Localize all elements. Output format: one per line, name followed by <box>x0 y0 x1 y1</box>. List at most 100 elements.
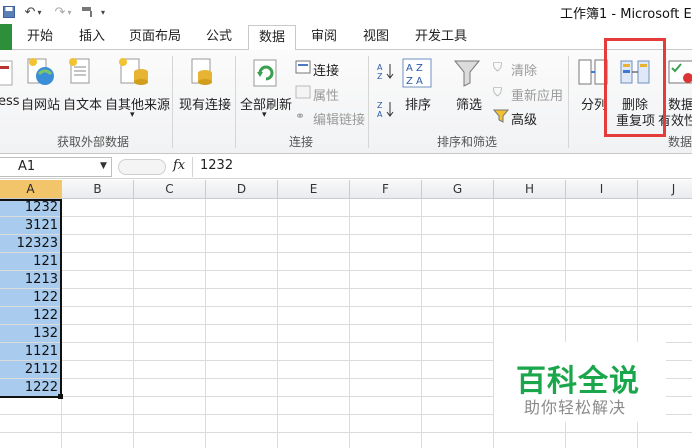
cell[interactable] <box>422 361 494 379</box>
fill-handle[interactable] <box>58 394 63 399</box>
cell-a5[interactable]: 1213 <box>0 271 62 289</box>
cell[interactable] <box>206 199 278 217</box>
cell[interactable] <box>62 271 134 289</box>
cell[interactable] <box>638 307 692 325</box>
cell[interactable] <box>206 343 278 361</box>
advanced-filter-button[interactable]: 高级 <box>511 109 537 128</box>
tab-page-layout[interactable]: 页面布局 <box>122 24 188 50</box>
cell[interactable] <box>134 433 206 448</box>
cell[interactable] <box>566 235 638 253</box>
properties-button[interactable]: 属性 <box>313 85 339 104</box>
cell[interactable] <box>638 199 692 217</box>
cell[interactable] <box>350 235 422 253</box>
chevron-down-icon[interactable]: ▾ <box>262 110 267 120</box>
cell[interactable] <box>350 433 422 448</box>
cell[interactable] <box>206 289 278 307</box>
cell[interactable] <box>494 253 566 271</box>
cell[interactable] <box>134 343 206 361</box>
cell[interactable] <box>206 217 278 235</box>
existing-connections-button[interactable]: 现有连接 <box>179 94 231 113</box>
cell[interactable] <box>494 217 566 235</box>
column-header-i[interactable]: I <box>566 180 638 199</box>
cell[interactable] <box>134 217 206 235</box>
cell[interactable] <box>350 199 422 217</box>
cell[interactable] <box>566 289 638 307</box>
cell[interactable] <box>134 307 206 325</box>
redo-icon[interactable]: ↷ ▾ <box>50 3 76 21</box>
cell[interactable] <box>206 253 278 271</box>
cell[interactable] <box>206 307 278 325</box>
cell[interactable] <box>278 397 350 415</box>
cell[interactable] <box>422 415 494 433</box>
from-access-button[interactable]: ess <box>0 94 20 109</box>
cell[interactable] <box>638 217 692 235</box>
cell[interactable] <box>278 361 350 379</box>
cell[interactable] <box>566 217 638 235</box>
cell[interactable] <box>0 397 62 415</box>
formula-bar-splitter[interactable] <box>118 159 166 175</box>
cell[interactable] <box>350 325 422 343</box>
cell[interactable] <box>206 415 278 433</box>
tab-view[interactable]: 视图 <box>354 24 398 50</box>
chevron-down-icon[interactable]: ▾ <box>130 110 135 120</box>
cell[interactable] <box>278 325 350 343</box>
cell[interactable] <box>62 433 134 448</box>
cell[interactable] <box>62 325 134 343</box>
cell[interactable] <box>422 307 494 325</box>
cell[interactable] <box>134 361 206 379</box>
cell[interactable] <box>422 217 494 235</box>
undo-icon[interactable]: ↶ ▾ <box>18 3 48 21</box>
column-header-e[interactable]: E <box>278 180 350 199</box>
tab-home[interactable]: 开始 <box>20 24 60 50</box>
cell[interactable] <box>422 343 494 361</box>
cell[interactable] <box>278 415 350 433</box>
cell[interactable] <box>494 199 566 217</box>
cell[interactable] <box>134 235 206 253</box>
from-other-sources-button[interactable]: 自其他来源 <box>105 94 170 113</box>
cell[interactable] <box>422 235 494 253</box>
cell[interactable] <box>62 253 134 271</box>
column-header-d[interactable]: D <box>206 180 278 199</box>
formula-input[interactable]: 1232 <box>200 158 233 173</box>
cell[interactable] <box>350 415 422 433</box>
cell-a4[interactable]: 121 <box>0 253 62 271</box>
cell[interactable] <box>206 433 278 448</box>
cell[interactable] <box>62 289 134 307</box>
cell[interactable] <box>422 397 494 415</box>
cell[interactable] <box>494 433 566 448</box>
cell[interactable] <box>494 325 566 343</box>
clear-filter-button[interactable]: 清除 <box>511 60 537 79</box>
cell[interactable] <box>278 271 350 289</box>
cell[interactable] <box>206 271 278 289</box>
cell[interactable] <box>278 289 350 307</box>
cell[interactable] <box>638 235 692 253</box>
cell[interactable] <box>422 433 494 448</box>
cell[interactable] <box>278 379 350 397</box>
cell[interactable] <box>62 307 134 325</box>
cell[interactable] <box>422 199 494 217</box>
cell[interactable] <box>206 235 278 253</box>
cell[interactable] <box>494 307 566 325</box>
cell[interactable] <box>350 379 422 397</box>
cell-a8[interactable]: 132 <box>0 325 62 343</box>
cell[interactable] <box>62 199 134 217</box>
from-text-button[interactable]: 自文本 <box>63 94 102 113</box>
cell[interactable] <box>62 379 134 397</box>
cell[interactable] <box>206 379 278 397</box>
tab-file[interactable] <box>0 24 12 50</box>
cell[interactable] <box>62 361 134 379</box>
cell-a6[interactable]: 122 <box>0 289 62 307</box>
cell[interactable] <box>350 397 422 415</box>
cell[interactable] <box>494 289 566 307</box>
filter-button[interactable]: 筛选 <box>456 94 482 113</box>
cell[interactable] <box>638 325 692 343</box>
cell[interactable] <box>206 397 278 415</box>
cell[interactable] <box>638 433 692 448</box>
cell[interactable] <box>350 307 422 325</box>
cell[interactable] <box>62 415 134 433</box>
tab-insert[interactable]: 插入 <box>72 24 112 50</box>
cell[interactable] <box>422 325 494 343</box>
connections-button[interactable]: 连接 <box>313 60 339 79</box>
cell[interactable] <box>206 361 278 379</box>
cell[interactable] <box>566 433 638 448</box>
